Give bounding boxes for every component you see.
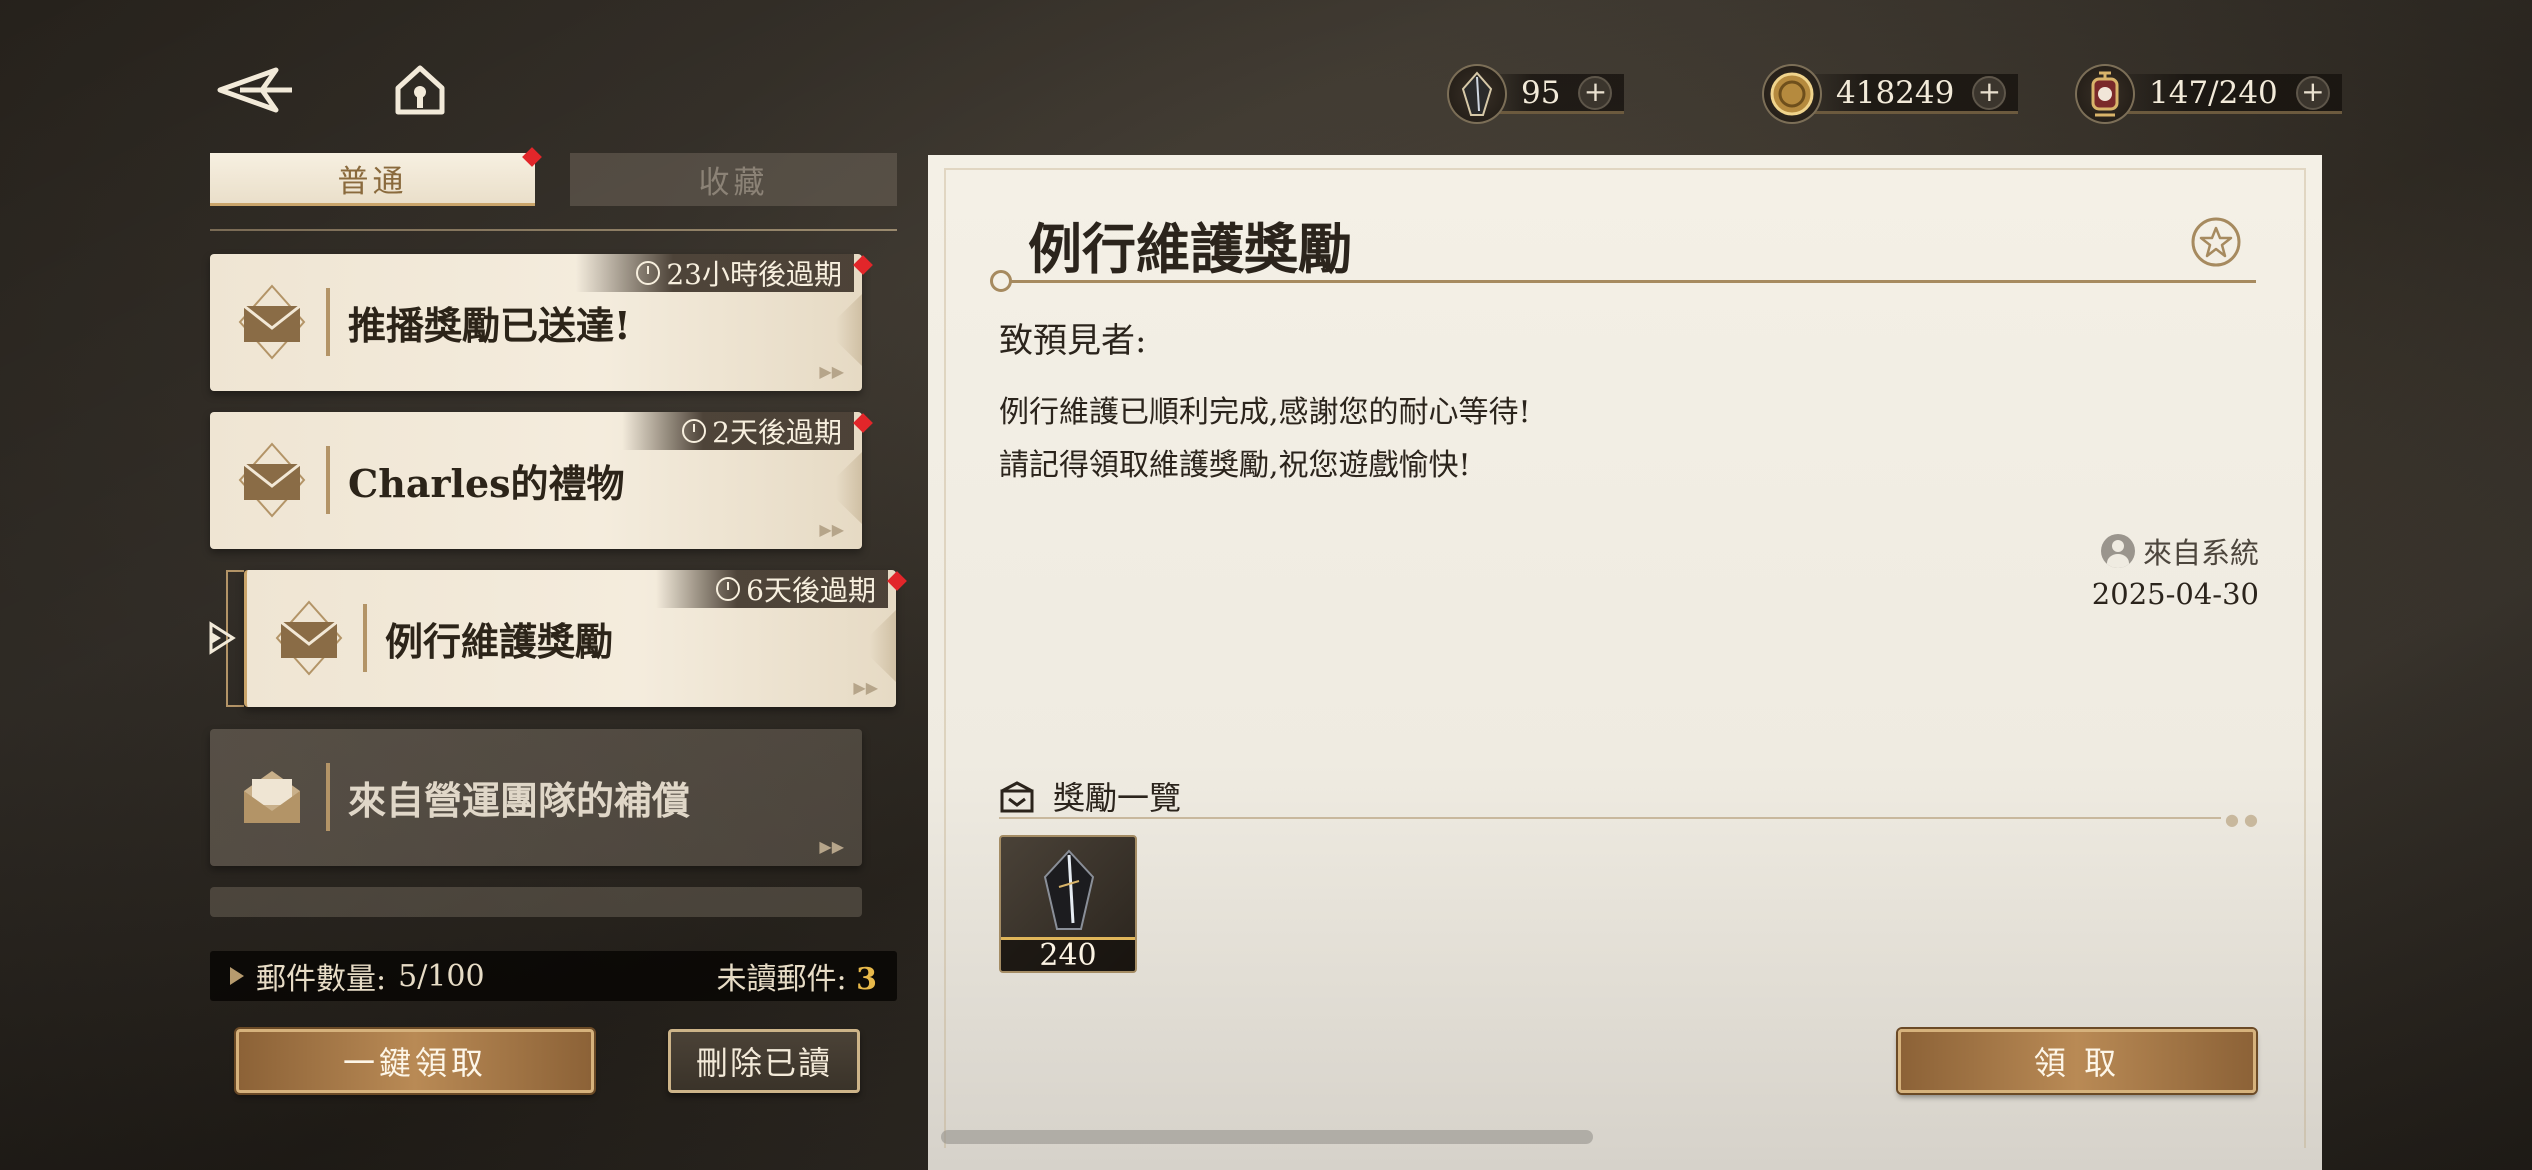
mail-count-value: 5/100: [398, 958, 485, 994]
clock-icon: [716, 577, 741, 601]
mail-detail-panel: [928, 155, 2322, 1170]
expire-badge: 2天後過期: [622, 412, 854, 450]
mail-item-maintenance-reward[interactable]: 例行維護獎勵 6天後過期 ▶▶: [244, 570, 896, 707]
clock-icon: [636, 261, 661, 285]
chevrons-icon: ▶▶: [819, 520, 844, 539]
button-label: 領 取: [2033, 1044, 2121, 1082]
chevrons-icon: ▶▶: [819, 362, 844, 381]
tab-label: 普通: [337, 163, 408, 200]
favorite-star-icon[interactable]: [2190, 216, 2242, 268]
chevrons-icon: ▶▶: [853, 678, 878, 697]
mail-title: Charles的禮物: [348, 461, 625, 506]
button-label: 刪除已讀: [695, 1044, 832, 1082]
tab-label: 收藏: [698, 165, 769, 201]
mail-body-line: 例行維護已順利完成,感謝您的耐心等待!: [999, 395, 1531, 430]
lantern-icon: [2075, 64, 2135, 124]
unread-label: 未讀郵件:: [716, 962, 847, 997]
person-icon: [2100, 534, 2135, 568]
divider: [326, 763, 330, 831]
expire-text: 6天後過期: [746, 574, 876, 607]
add-quill-gem-button[interactable]: +: [1578, 75, 1613, 110]
claim-button[interactable]: 領 取: [1898, 1029, 2256, 1093]
reward-count: 240: [1001, 937, 1135, 971]
currency-value: 147/240: [2149, 74, 2278, 111]
title-line-ornament: [990, 270, 1012, 292]
tab-favorites[interactable]: 收藏: [570, 153, 897, 206]
currency-value: 95: [1521, 74, 1561, 111]
reward-item[interactable]: 240: [999, 835, 1137, 973]
mail-detail-title: 例行維護獎勵: [1028, 217, 1352, 281]
back-arrow-icon[interactable]: [216, 62, 296, 118]
clock-icon: [682, 419, 707, 443]
title-underline: [1000, 280, 2256, 283]
envelope-icon: [275, 600, 343, 676]
decoration: [836, 294, 862, 366]
claim-all-button[interactable]: 一鍵領取: [236, 1029, 594, 1093]
mail-count-label: 郵件數量:: [256, 962, 387, 997]
decoration: [836, 452, 862, 524]
add-lantern-button[interactable]: +: [2295, 75, 2330, 110]
divider: [326, 288, 330, 356]
add-gold-button[interactable]: +: [1972, 75, 2007, 110]
mail-title: 來自營運團隊的補償: [348, 778, 691, 823]
divider: [999, 817, 2221, 819]
currency-lantern: 147/240 +: [2075, 62, 2342, 126]
quill-gem-icon: [1043, 849, 1095, 930]
currency-value: 418249: [1836, 74, 1955, 111]
envelope-icon: [238, 442, 306, 518]
decoration: [870, 610, 896, 682]
horizontal-scrollbar[interactable]: [941, 1130, 1593, 1144]
ornament-dots: ● ●: [2225, 810, 2259, 829]
mail-date: 2025-04-30: [2091, 577, 2259, 611]
home-icon[interactable]: [392, 62, 448, 118]
rewards-label: 獎勵一覽: [1053, 779, 1182, 817]
open-envelope-icon: [244, 771, 300, 823]
currency-gold: 418249 +: [1762, 62, 2019, 126]
mail-item-partial[interactable]: [210, 887, 862, 917]
gold-coin-icon: [1762, 64, 1822, 124]
expire-text: 23小時後過期: [666, 258, 842, 291]
button-label: 一鍵領取: [342, 1044, 487, 1082]
sender-text: 來自系統: [2142, 536, 2259, 570]
mail-sender: 來自系統: [2100, 530, 2259, 572]
delete-read-button[interactable]: 刪除已讀: [668, 1029, 860, 1093]
mail-greeting: 致預見者:: [999, 321, 1147, 361]
gift-box-icon: [1000, 781, 1034, 813]
quill-gem-icon: [1447, 64, 1507, 124]
play-icon: [230, 967, 244, 985]
envelope-icon: [238, 284, 306, 360]
selected-arrow-icon: [209, 621, 236, 655]
mail-item-push-reward[interactable]: 推播獎勵已送達! 23小時後過期 ▶▶: [210, 254, 862, 391]
unread-value: 3: [856, 962, 877, 997]
tab-normal[interactable]: 普通: [210, 153, 535, 206]
chevrons-icon: ▶▶: [819, 837, 844, 856]
divider: [326, 446, 330, 514]
rewards-header: 獎勵一覽: [999, 773, 1181, 819]
divider: [363, 604, 367, 672]
expire-badge: 6天後過期: [656, 570, 888, 608]
expire-text: 2天後過期: [712, 416, 842, 449]
mail-title: 例行維護獎勵: [385, 619, 614, 664]
mail-item-ops-compensation[interactable]: 來自營運團隊的補償 ▶▶: [210, 729, 862, 866]
mail-count-bar: 郵件數量: 5/100 未讀郵件: 3: [210, 951, 897, 1001]
currency-quill-gem: 95 +: [1447, 62, 1625, 126]
divider: [210, 229, 897, 231]
mail-item-charles-gift[interactable]: Charles的禮物 2天後過期 ▶▶: [210, 412, 862, 549]
mail-body-line: 請記得領取維護獎勵,祝您遊戲愉快!: [999, 448, 1471, 483]
expire-badge: 23小時後過期: [576, 254, 854, 292]
